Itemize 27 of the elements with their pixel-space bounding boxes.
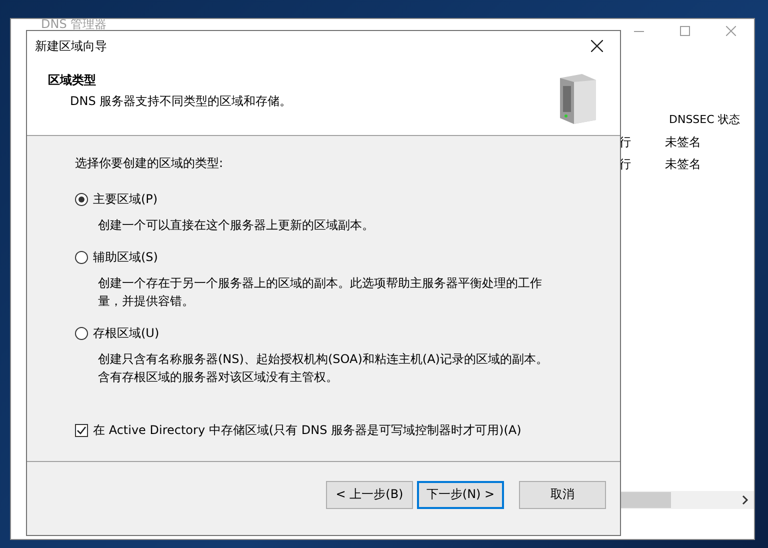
option-description: 创建一个存在于另一个服务器上的区域的副本。此选项帮助主服务器平衡处理的工作量，并提供容错。: [97, 275, 543, 310]
radio-button[interactable]: [75, 250, 88, 264]
page-heading: 区域类型: [48, 72, 97, 89]
maximize-icon[interactable]: [680, 26, 690, 36]
option-description: 创建一个可以直接在这个服务器上更新的区域副本。: [97, 217, 375, 234]
chevron-right-icon[interactable]: [741, 495, 749, 505]
checkbox[interactable]: [75, 424, 88, 437]
radio-button[interactable]: [75, 326, 88, 340]
table-cell: 未签名: [665, 134, 701, 148]
option-description: 创建只含有名称服务器(NS)、起始授权机构(SOA)和粘连主机(A)记录的区域的副本。含有存根区域的服务器对该区域没有主管权。: [97, 351, 549, 386]
radio-button[interactable]: [75, 192, 88, 206]
option-label[interactable]: 主要区域(P): [93, 190, 158, 208]
close-icon[interactable]: [591, 40, 603, 52]
window-title: DNS 管理器: [41, 17, 107, 31]
table-cell: 未签名: [665, 156, 701, 170]
wizard-button[interactable]: 下一步(N) >: [417, 480, 504, 508]
horizontal-scrollbar[interactable]: [619, 491, 754, 509]
wizard-button[interactable]: < 上一步(B): [326, 480, 413, 508]
wizard-button[interactable]: 取消: [519, 480, 606, 508]
dialog-title: 新建区域向导: [35, 38, 108, 54]
option-label[interactable]: 存根区域(U): [93, 324, 160, 342]
option-label[interactable]: 辅助区域(S): [93, 248, 158, 266]
minimize-icon[interactable]: [634, 30, 644, 32]
column-header[interactable]: DNSSEC 状态: [665, 109, 744, 131]
checkbox-label[interactable]: 在 Active Directory 中存储区域(只有 DNS 服务器是可写域控制器时才可用)(A): [93, 422, 522, 439]
page-subtitle: DNS 服务器支持不同类型的区域和存储。: [69, 93, 293, 110]
prompt-text: 选择你要创建的区域的类型:: [75, 155, 224, 172]
